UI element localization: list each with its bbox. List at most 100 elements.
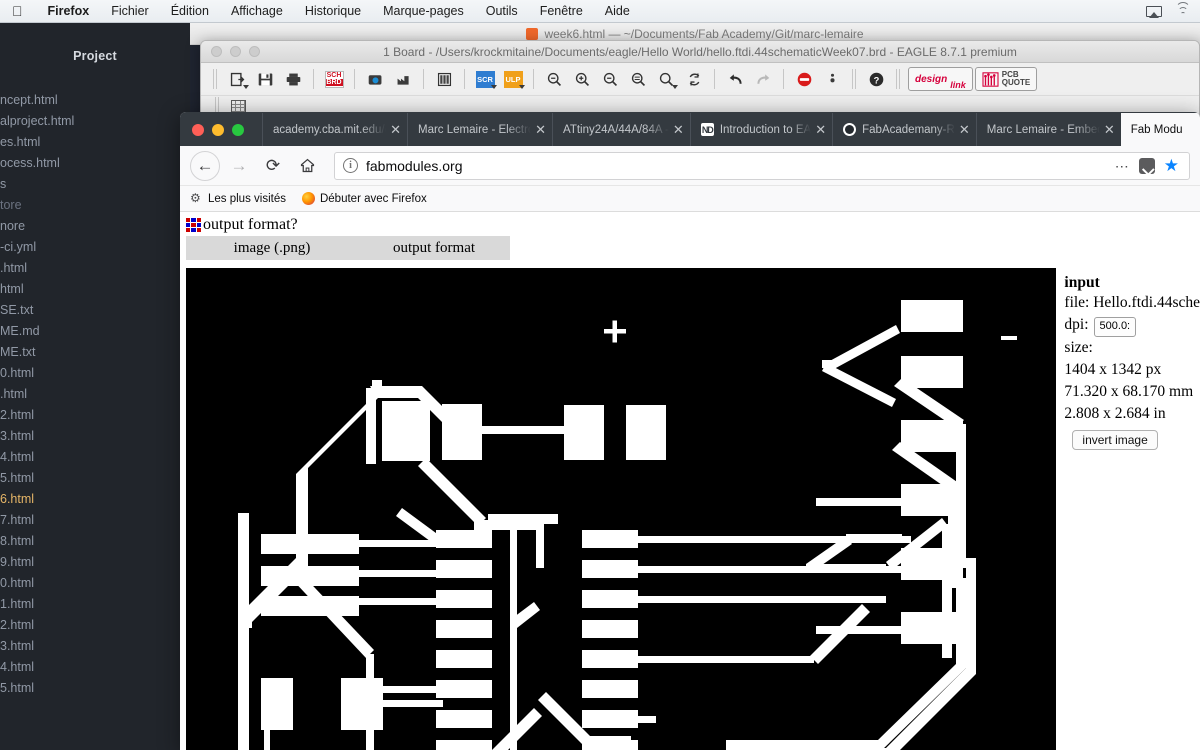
reload-icon[interactable]: ⟳: [258, 151, 288, 181]
manufacturing-icon[interactable]: [389, 66, 417, 92]
file-tree-item[interactable]: 4.html: [0, 656, 190, 677]
file-tree-item[interactable]: es.html: [0, 131, 190, 152]
browser-tab[interactable]: academy.cba.mit.edu/c ✕: [262, 113, 407, 146]
close-icon[interactable]: ✕: [815, 122, 826, 138]
menu-item-firefox[interactable]: Firefox: [37, 4, 101, 18]
file-tree-item[interactable]: -ci.yml: [0, 236, 190, 257]
more-icon[interactable]: [818, 66, 846, 92]
menu-item-historique[interactable]: Historique: [294, 4, 372, 18]
file-tree-item[interactable]: 9.html: [0, 551, 190, 572]
file-tree-item[interactable]: tore: [0, 194, 190, 215]
pcb-preview-canvas[interactable]: [186, 268, 1057, 750]
eagle-close-button[interactable]: [211, 46, 222, 57]
browser-tab[interactable]: Marc Lemaire - Embed ✕: [975, 113, 1121, 146]
file-tree-item[interactable]: ncept.html: [0, 89, 190, 110]
airplay-icon[interactable]: [1146, 5, 1162, 17]
zoom-redraw-icon[interactable]: [652, 66, 680, 92]
close-icon[interactable]: ✕: [959, 122, 970, 138]
file-tree-item[interactable]: 4.html: [0, 446, 190, 467]
bookmark-debuter-avec-firefox[interactable]: Débuter avec Firefox: [301, 192, 427, 205]
browser-tab[interactable]: ND Introduction to EA ✕: [689, 113, 832, 146]
file-tree-item[interactable]: 7.html: [0, 509, 190, 530]
file-tree-item[interactable]: 5.html: [0, 467, 190, 488]
firefox-window-controls[interactable]: [180, 124, 244, 146]
menu-item-marque-pages[interactable]: Marque-pages: [372, 4, 475, 18]
file-tree-item[interactable]: 8.html: [0, 530, 190, 551]
menu-item-fenetre[interactable]: Fenêtre: [529, 4, 594, 18]
info-icon[interactable]: i: [343, 158, 358, 173]
close-icon[interactable]: ✕: [535, 122, 546, 138]
pcb-quote-button[interactable]: PCB QUOTE: [974, 67, 1038, 91]
close-icon[interactable]: ✕: [390, 122, 401, 138]
file-tree-item[interactable]: nore: [0, 215, 190, 236]
atom-file-tree[interactable]: ncept.html alproject.html es.html ocess.htm…: [0, 89, 190, 698]
stop-icon[interactable]: [790, 66, 818, 92]
firefox-bookmarks-bar[interactable]: ⚙ Les plus visités Débuter avec Firefox: [180, 186, 1200, 212]
file-tree-item[interactable]: SE.txt: [0, 299, 190, 320]
file-tree-item[interactable]: 2.html: [0, 614, 190, 635]
menu-item-aide[interactable]: Aide: [594, 4, 641, 18]
zoom-fit-icon[interactable]: [540, 66, 568, 92]
toolbar-grip[interactable]: [213, 69, 217, 89]
design-link-button[interactable]: design link: [908, 67, 973, 91]
menu-item-affichage[interactable]: Affichage: [220, 4, 294, 18]
bookmark-star-icon[interactable]: ★: [1164, 157, 1179, 174]
wifi-icon[interactable]: [1175, 1, 1190, 17]
redo-icon[interactable]: [749, 66, 777, 92]
page-actions-icon[interactable]: ⋯: [1115, 159, 1130, 173]
menu-item-outils[interactable]: Outils: [475, 4, 529, 18]
url-text[interactable]: fabmodules.org: [366, 158, 463, 174]
file-tree-item[interactable]: .html: [0, 383, 190, 404]
file-tree-item[interactable]: 0.html: [0, 572, 190, 593]
print-icon[interactable]: [279, 66, 307, 92]
zoom-select-icon[interactable]: [624, 66, 652, 92]
undo-icon[interactable]: [721, 66, 749, 92]
browser-tab[interactable]: Fab Modu: [1120, 113, 1200, 146]
browser-tab[interactable]: Marc Lemaire - Electro ✕: [407, 113, 552, 146]
url-bar[interactable]: i fabmodules.org ⋯ ★: [334, 151, 1190, 180]
menu-item-edition[interactable]: Édition: [160, 4, 220, 18]
firefox-tab-bar[interactable]: academy.cba.mit.edu/c ✕ Marc Lemaire - Ele…: [180, 112, 1200, 146]
back-arrow-icon[interactable]: ←: [190, 150, 220, 181]
dpi-input[interactable]: 500.0:: [1093, 317, 1137, 337]
switch-sch-brd-icon[interactable]: SCH BRD: [320, 66, 348, 92]
menu-item-fichier[interactable]: Fichier: [100, 4, 160, 18]
open-file-icon[interactable]: [223, 66, 251, 92]
file-tree-item[interactable]: ME.txt: [0, 341, 190, 362]
chevron-down-icon[interactable]: [672, 85, 678, 89]
file-tree-item[interactable]: 6.html: [0, 488, 190, 509]
eagle-zoom-button[interactable]: [249, 46, 260, 57]
help-icon[interactable]: ?: [862, 66, 890, 92]
eagle-window-controls[interactable]: [201, 46, 260, 57]
file-tree-item[interactable]: ME.md: [0, 320, 190, 341]
browser-tab[interactable]: ATtiny24A/44A/84A - ✕: [552, 113, 690, 146]
file-tree-item[interactable]: .html: [0, 257, 190, 278]
home-icon[interactable]: [292, 151, 322, 181]
layers-icon[interactable]: [430, 66, 458, 92]
browser-tab[interactable]: FabAcademany-R ✕: [832, 113, 976, 146]
file-tree-item[interactable]: ocess.html: [0, 152, 190, 173]
script-icon[interactable]: script-icon SCR: [471, 66, 499, 92]
apple-icon[interactable]: : [12, 4, 23, 18]
firefox-window[interactable]: academy.cba.mit.edu/c ✕ Marc Lemaire - Ele…: [180, 112, 1200, 750]
ulp-icon[interactable]: ULP: [499, 66, 527, 92]
cam-processor-icon[interactable]: [361, 66, 389, 92]
chevron-down-icon[interactable]: [519, 85, 525, 89]
refresh-icon[interactable]: [680, 66, 708, 92]
eagle-minimize-button[interactable]: [230, 46, 241, 57]
file-tree-item[interactable]: 1.html: [0, 593, 190, 614]
chevron-down-icon[interactable]: [243, 85, 249, 89]
maximize-window-button[interactable]: [232, 124, 244, 136]
file-tree-item[interactable]: alproject.html: [0, 110, 190, 131]
close-icon[interactable]: ✕: [673, 122, 684, 138]
chevron-down-icon[interactable]: [491, 85, 497, 89]
file-tree-item[interactable]: s: [0, 173, 190, 194]
file-tree-item[interactable]: 2.html: [0, 404, 190, 425]
zoom-in-icon[interactable]: [568, 66, 596, 92]
zoom-out-icon[interactable]: [596, 66, 624, 92]
forward-arrow-icon[interactable]: →: [224, 151, 254, 181]
save-icon[interactable]: [251, 66, 279, 92]
eagle-titlebar[interactable]: 1 Board - /Users/krockmitaine/Documents/…: [201, 41, 1199, 63]
firefox-navigation-bar[interactable]: ← → ⟳ i fabmodules.org ⋯ ★: [180, 146, 1200, 186]
close-icon[interactable]: ✕: [1104, 122, 1115, 138]
